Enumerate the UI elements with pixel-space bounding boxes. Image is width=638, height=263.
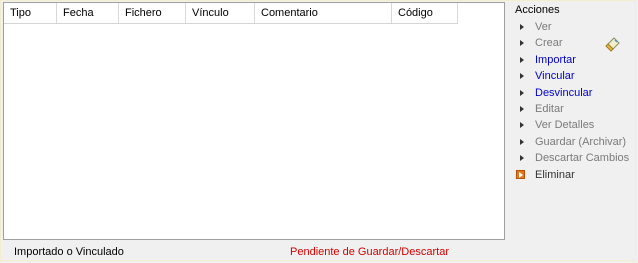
action-eliminar[interactable]: Eliminar xyxy=(515,167,633,183)
arrow-icon xyxy=(520,155,524,162)
action-label: Eliminar xyxy=(535,168,575,181)
action-ver[interactable]: Ver xyxy=(515,19,633,35)
actions-panel: Acciones Ver Crear Importar Vincular Des… xyxy=(515,3,633,183)
column-header-fecha[interactable]: Fecha xyxy=(57,3,119,23)
arrow-icon xyxy=(520,73,524,80)
column-header-codigo[interactable]: Código xyxy=(392,3,458,23)
column-header-comentario[interactable]: Comentario xyxy=(255,3,392,23)
documents-grid[interactable]: Tipo Fecha Fichero Vínculo Comentario Có… xyxy=(3,2,505,240)
status-legend-pending: Pendiente de Guardar/Descartar xyxy=(290,246,449,258)
arrow-icon xyxy=(520,138,524,145)
action-label: Desvincular xyxy=(535,86,593,99)
action-label: Ver Detalles xyxy=(535,119,595,132)
arrow-icon xyxy=(520,89,524,96)
delete-icon xyxy=(516,169,525,179)
action-desvincular[interactable]: Desvincular xyxy=(515,85,633,101)
action-label: Ver xyxy=(535,21,552,33)
action-label: Vincular xyxy=(535,70,575,83)
arrow-icon xyxy=(520,24,524,30)
action-descartar-cambios[interactable]: Descartar Cambios xyxy=(515,150,633,166)
arrow-icon xyxy=(520,105,524,112)
action-label: Guardar (Archivar) xyxy=(535,135,627,148)
column-header-fichero[interactable]: Fichero xyxy=(119,3,186,23)
action-vincular[interactable]: Vincular xyxy=(515,68,633,84)
action-label: Importar xyxy=(535,53,576,66)
action-label: Descartar Cambios xyxy=(535,152,630,165)
column-header-vinculo[interactable]: Vínculo xyxy=(186,3,255,23)
status-legend-imported: Importado o Vinculado xyxy=(14,246,124,258)
action-ver-detalles[interactable]: Ver Detalles xyxy=(515,117,633,133)
column-header-tipo[interactable]: Tipo xyxy=(4,3,57,23)
brush-icon[interactable] xyxy=(605,36,621,52)
action-label: Editar xyxy=(535,102,564,115)
arrow-icon xyxy=(520,122,524,129)
arrow-icon xyxy=(520,40,524,47)
actions-title: Acciones xyxy=(515,4,560,16)
action-label: Crear xyxy=(535,37,563,50)
action-importar[interactable]: Importar xyxy=(515,52,633,68)
grid-header: Tipo Fecha Fichero Vínculo Comentario Có… xyxy=(4,3,458,24)
arrow-icon xyxy=(520,56,524,63)
action-guardar-archivar[interactable]: Guardar (Archivar) xyxy=(515,134,633,150)
action-editar[interactable]: Editar xyxy=(515,101,633,117)
